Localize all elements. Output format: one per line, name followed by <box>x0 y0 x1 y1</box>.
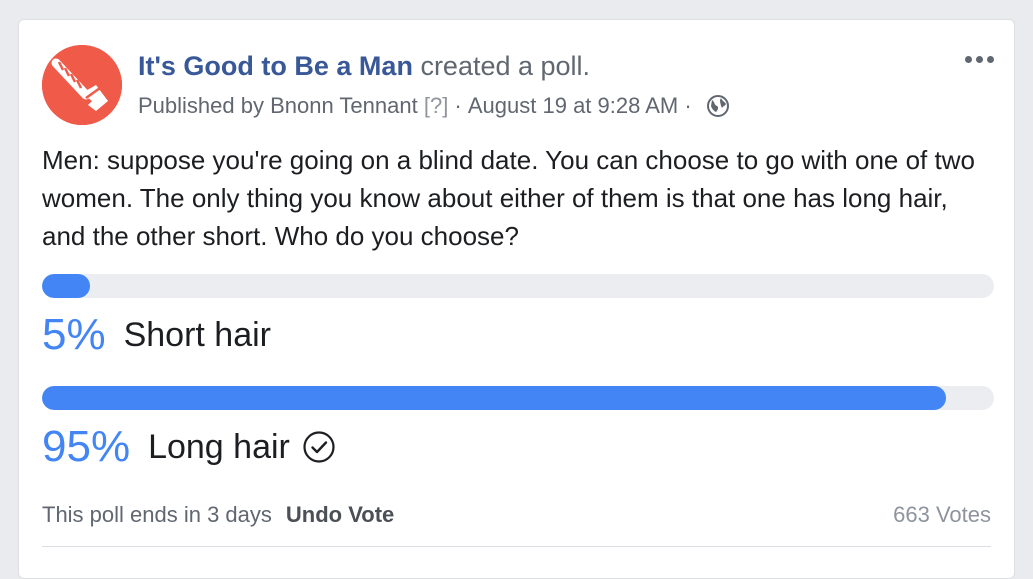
poll-ends-text: This poll ends in 3 days <box>42 502 272 527</box>
page-logo-icon <box>42 45 122 125</box>
page-name-link[interactable]: It's Good to Be a Man <box>138 51 413 81</box>
page-avatar[interactable] <box>42 45 122 125</box>
post-meta: Published by Bnonn Tennant [?] · August … <box>138 92 730 120</box>
poll-question: Men: suppose you're going on a blind dat… <box>42 145 975 251</box>
more-options-icon[interactable] <box>961 52 998 67</box>
poll-option-long-hair[interactable]: 95% Long hair <box>42 422 336 472</box>
footer-divider <box>42 546 991 547</box>
dot <box>987 56 994 63</box>
poll-option-short-hair[interactable]: 5% Short hair <box>42 310 271 360</box>
dot <box>965 56 972 63</box>
voted-check-icon <box>303 431 335 463</box>
meta-separator: · <box>448 93 468 118</box>
poll-option-label: Long hair <box>148 428 290 466</box>
globe-icon[interactable] <box>706 94 730 118</box>
poll-option-percent: 5% <box>42 310 106 359</box>
post-header-title: It's Good to Be a Man created a poll. <box>138 50 590 82</box>
post-action-text: created a poll. <box>412 51 591 81</box>
vote-count[interactable]: 663 Votes <box>893 500 991 530</box>
dot <box>976 56 983 63</box>
poll-option-bar-short-hair[interactable] <box>42 274 994 298</box>
undo-vote-button[interactable]: Undo Vote <box>286 500 394 530</box>
poll-option-fill <box>42 386 947 410</box>
meta-separator: · <box>678 93 698 118</box>
poll-option-percent: 95% <box>42 422 131 471</box>
published-by-text[interactable]: Published by Bnonn Tennant <box>138 92 418 120</box>
poll-option-fill <box>42 274 90 298</box>
help-marker-link[interactable]: [?] <box>424 92 448 120</box>
poll-option-label: Short hair <box>123 316 271 354</box>
poll-option-bar-long-hair[interactable] <box>42 386 994 410</box>
poll-footer: This poll ends in 3 days Undo Vote 663 V… <box>42 500 991 530</box>
post-card: It's Good to Be a Man created a poll. Pu… <box>18 19 1015 579</box>
post-timestamp[interactable]: August 19 at 9:28 AM <box>468 92 678 120</box>
